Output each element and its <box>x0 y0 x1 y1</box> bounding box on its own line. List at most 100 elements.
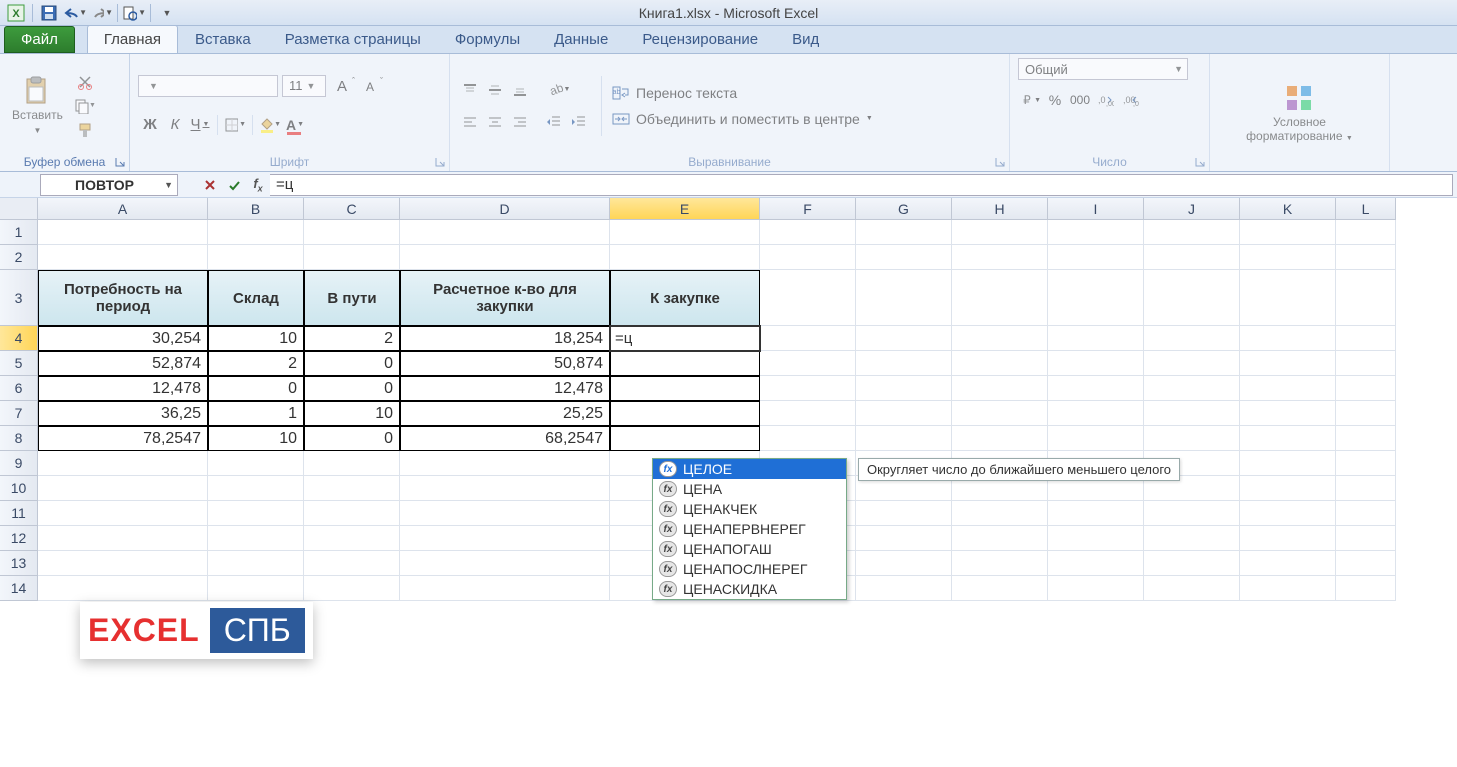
cell[interactable] <box>38 245 208 270</box>
cell[interactable] <box>304 476 400 501</box>
cell[interactable] <box>1240 376 1336 401</box>
table-cell[interactable] <box>610 401 760 426</box>
decrease-indent-icon[interactable] <box>543 111 565 133</box>
autocomplete-item[interactable]: fxЦЕНАПЕРВНЕРЕГ <box>653 519 846 539</box>
cell[interactable] <box>760 426 856 451</box>
row-header[interactable]: 6 <box>0 376 38 401</box>
cell[interactable] <box>1144 270 1240 326</box>
cell[interactable] <box>38 451 208 476</box>
tab-home[interactable]: Главная <box>87 25 178 53</box>
table-cell[interactable]: 18,254 <box>400 326 610 351</box>
insert-function-icon[interactable]: fx <box>247 174 269 196</box>
cell[interactable] <box>856 551 952 576</box>
table-cell[interactable]: 30,254 <box>38 326 208 351</box>
cell[interactable] <box>952 245 1048 270</box>
row-header[interactable]: 14 <box>0 576 38 601</box>
cell[interactable] <box>1240 401 1336 426</box>
cell[interactable] <box>208 476 304 501</box>
col-header-K[interactable]: K <box>1240 198 1336 220</box>
cell[interactable] <box>400 476 610 501</box>
cell[interactable] <box>400 576 610 601</box>
cell[interactable] <box>304 551 400 576</box>
cell[interactable] <box>1336 551 1396 576</box>
autocomplete-item[interactable]: fxЦЕНАСКИДКА <box>653 579 846 599</box>
col-header-D[interactable]: D <box>400 198 610 220</box>
table-cell[interactable]: 1 <box>208 401 304 426</box>
cell[interactable] <box>856 526 952 551</box>
cell[interactable] <box>952 526 1048 551</box>
cell[interactable] <box>952 326 1048 351</box>
cell[interactable] <box>304 220 400 245</box>
cell[interactable] <box>856 270 952 326</box>
cell[interactable] <box>208 451 304 476</box>
cell[interactable] <box>1144 426 1240 451</box>
cancel-formula-icon[interactable] <box>199 174 221 196</box>
tab-data[interactable]: Данные <box>537 25 625 53</box>
table-cell[interactable]: 12,478 <box>38 376 208 401</box>
cell[interactable] <box>208 220 304 245</box>
col-header-B[interactable]: B <box>208 198 304 220</box>
increase-decimal-icon[interactable]: ,0,00 <box>1094 89 1116 111</box>
cell[interactable] <box>1336 326 1396 351</box>
cell[interactable] <box>952 551 1048 576</box>
row-header[interactable]: 9 <box>0 451 38 476</box>
italic-button[interactable]: К <box>164 114 186 136</box>
table-cell[interactable]: 0 <box>208 376 304 401</box>
clipboard-dialog-launcher[interactable] <box>113 155 127 169</box>
cell[interactable] <box>1048 326 1144 351</box>
col-header-J[interactable]: J <box>1144 198 1240 220</box>
cell[interactable] <box>1240 526 1336 551</box>
underline-button[interactable]: Ч▼ <box>189 114 211 136</box>
cell[interactable] <box>208 245 304 270</box>
col-header-H[interactable]: H <box>952 198 1048 220</box>
cell[interactable] <box>1336 426 1396 451</box>
print-preview-icon[interactable]: ▼ <box>122 2 146 24</box>
cell[interactable] <box>952 576 1048 601</box>
cell[interactable] <box>1048 376 1144 401</box>
cell[interactable] <box>760 376 856 401</box>
cell[interactable] <box>1240 270 1336 326</box>
cell[interactable] <box>952 220 1048 245</box>
table-cell[interactable] <box>610 376 760 401</box>
table-cell[interactable]: 2 <box>304 326 400 351</box>
cell[interactable] <box>1144 351 1240 376</box>
cell[interactable] <box>1240 220 1336 245</box>
table-cell[interactable]: 12,478 <box>400 376 610 401</box>
col-header-E[interactable]: E <box>610 198 760 220</box>
table-cell[interactable]: 25,25 <box>400 401 610 426</box>
cell[interactable] <box>1144 501 1240 526</box>
cell[interactable] <box>304 245 400 270</box>
table-cell[interactable]: 50,874 <box>400 351 610 376</box>
table-header-E[interactable]: К закупке <box>610 270 760 326</box>
cell[interactable] <box>1336 451 1396 476</box>
cell[interactable] <box>1240 476 1336 501</box>
table-header-D[interactable]: Расчетное к-во для закупки <box>400 270 610 326</box>
cell[interactable] <box>1240 351 1336 376</box>
row-header[interactable]: 2 <box>0 245 38 270</box>
cell[interactable] <box>1336 220 1396 245</box>
orientation-icon[interactable]: ab▼ <box>543 79 573 101</box>
cell[interactable] <box>760 245 856 270</box>
cell[interactable] <box>38 476 208 501</box>
cell[interactable] <box>304 501 400 526</box>
cell[interactable] <box>1336 401 1396 426</box>
col-header-A[interactable]: A <box>38 198 208 220</box>
cell[interactable] <box>856 220 952 245</box>
cell[interactable] <box>610 245 760 270</box>
cell[interactable] <box>1240 501 1336 526</box>
cell[interactable] <box>208 526 304 551</box>
align-top-icon[interactable] <box>459 79 481 101</box>
enter-formula-icon[interactable] <box>223 174 245 196</box>
name-box[interactable]: ПОВТОР ▼ <box>40 174 178 196</box>
table-cell[interactable]: 10 <box>304 401 400 426</box>
paste-button[interactable]: Вставить▼ <box>8 73 67 137</box>
cell[interactable] <box>760 326 856 351</box>
cell[interactable] <box>38 576 208 601</box>
cell[interactable] <box>856 376 952 401</box>
table-cell[interactable]: 36,25 <box>38 401 208 426</box>
copy-icon[interactable]: ▼ <box>74 95 96 117</box>
cell[interactable] <box>208 576 304 601</box>
cell[interactable] <box>856 426 952 451</box>
cell[interactable] <box>1336 351 1396 376</box>
font-dialog-launcher[interactable] <box>433 155 447 169</box>
